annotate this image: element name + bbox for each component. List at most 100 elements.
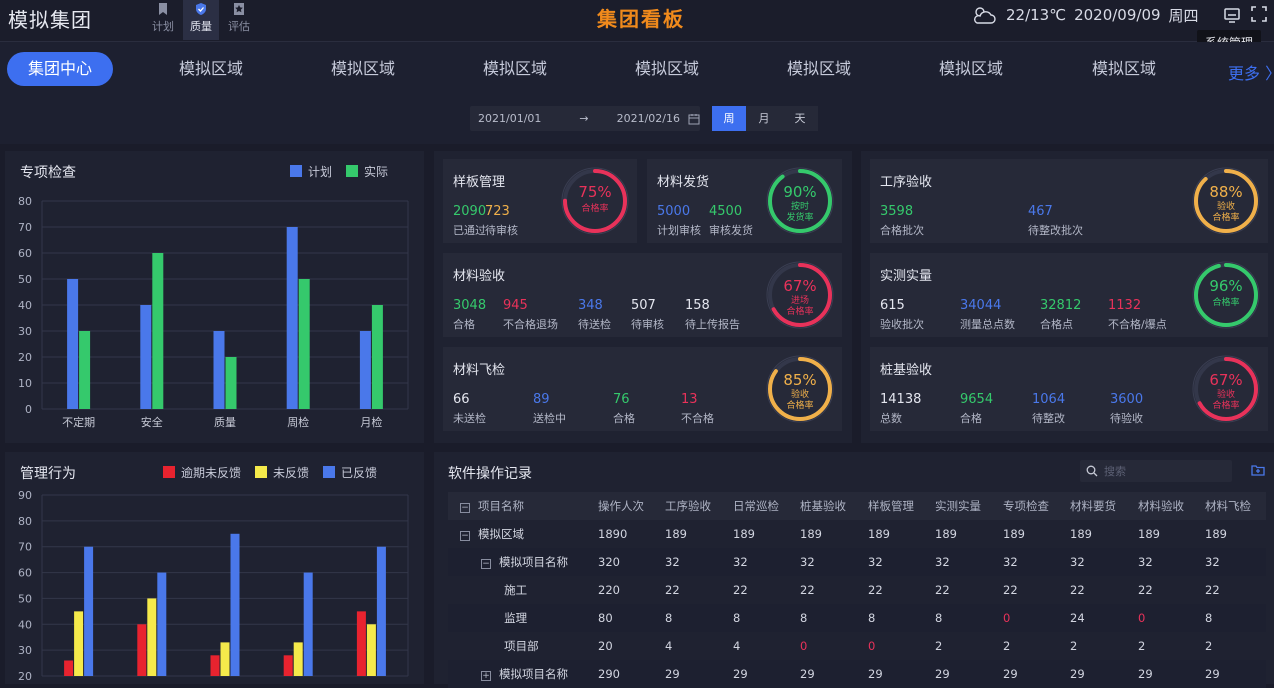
stat-label: 待审核 <box>485 224 518 237</box>
card-pile-acceptance[interactable]: 桩基验收 14138 总数 9654 合格 1064 待整改 3600 待验收 67% 验收 合格率 <box>870 347 1268 431</box>
cell-project-name: 项目部 <box>504 639 539 653</box>
nav-evaluate[interactable]: 评估 <box>221 0 257 40</box>
y-tick-label: 70 <box>18 221 32 234</box>
stat-value: 945 <box>503 298 528 313</box>
y-tick-label: 30 <box>18 644 32 657</box>
stat-item: 158 待上传报告 <box>685 298 740 332</box>
nav-quality-label: 质量 <box>190 20 212 33</box>
management-chart: 20 30 40 50 60 70 80 90 <box>18 489 409 683</box>
stat-value: 13 <box>681 392 698 407</box>
search-placeholder: 搜索 <box>1104 465 1126 478</box>
rate-label: 按时 发货率 <box>786 202 814 223</box>
stat-item: 76 合格 <box>613 392 635 426</box>
stat-label: 计划审核 <box>657 224 701 237</box>
date-range-picker[interactable]: 2021/01/01 → 2021/02/16 <box>470 106 700 131</box>
bar <box>213 331 225 409</box>
table-row[interactable]: 监理 80 8 8 8 8 8 0 24 0 8 <box>448 604 1266 632</box>
bar <box>67 279 79 409</box>
table-cell: 操作人次 <box>598 499 644 513</box>
stat-item: 615 验收批次 <box>880 298 924 332</box>
fullscreen-icon <box>1251 6 1267 22</box>
stat-label: 审核发货 <box>709 224 753 237</box>
stat-value: 76 <box>613 392 630 407</box>
tab-region[interactable]: 模拟区域 <box>310 52 416 86</box>
nav-quality[interactable]: 质量 <box>183 0 219 40</box>
table-cell: 32 <box>1138 555 1153 569</box>
management-legend: 逾期未反馈 未反馈 已反馈 <box>163 464 377 481</box>
tab-region[interactable]: 模拟区域 <box>766 52 872 86</box>
bar <box>356 611 366 676</box>
export-button[interactable] <box>1251 462 1265 481</box>
expand-toggle-icon[interactable]: − <box>481 559 491 569</box>
stat-value: 3048 <box>453 298 487 313</box>
table-row[interactable]: 施工 220 22 22 22 22 22 22 22 22 22 <box>448 576 1266 604</box>
stat-item: 14138 总数 <box>880 392 921 426</box>
tabs-more-link[interactable]: 更多 〉 <box>1228 60 1274 84</box>
stat-item: 3598 合格批次 <box>880 204 924 238</box>
stat-label: 待整改 <box>1032 412 1065 425</box>
stat-item: 945 不合格退场 <box>503 298 558 332</box>
table-row[interactable]: 项目部 20 4 4 0 0 2 2 2 2 2 <box>448 632 1266 660</box>
stat-value: 158 <box>685 298 710 313</box>
card-sample-management[interactable]: 样板管理 2090 已通过 723 待审核 75% 合格率 <box>443 159 637 243</box>
cell-project-name: 施工 <box>504 583 528 597</box>
tab-region[interactable]: 模拟区域 <box>614 52 720 86</box>
table-cell: 8 <box>868 611 876 625</box>
expand-toggle-icon[interactable]: − <box>460 531 470 541</box>
bar <box>371 305 383 409</box>
stat-item: 3600 待验收 <box>1110 392 1143 426</box>
nav-plan[interactable]: 计划 <box>145 0 181 40</box>
stat-value: 14138 <box>880 392 922 407</box>
tab-region[interactable]: 模拟区域 <box>1071 52 1177 86</box>
y-tick-label: 20 <box>18 351 32 364</box>
bar <box>376 546 386 676</box>
stat-label: 不合格 <box>681 412 714 425</box>
card-material-shipping[interactable]: 材料发货 5000 计划审核 4500 审核发货 90% 按时 发货率 <box>647 159 842 243</box>
table-cell: 桩基验收 <box>800 499 846 513</box>
table-row[interactable]: − 模拟项目名称 320 32 32 32 32 32 32 32 32 32 <box>448 548 1266 576</box>
stat-label: 待上传报告 <box>685 318 740 331</box>
table-header-row[interactable]: − 项目名称 操作人次 工序验收 日常巡检 桩基验收 样板管理 实测实量 专项检查 材料要货 材料验… <box>448 492 1266 520</box>
bookmark-icon <box>159 3 167 15</box>
table-row[interactable]: − 模拟区域 1890 189 189 189 189 189 189 189 189 189 <box>448 520 1266 548</box>
stat-value: 1132 <box>1108 298 1142 313</box>
special-check-title: 专项检查 <box>20 165 76 181</box>
records-search-input[interactable]: 搜索 <box>1080 460 1232 482</box>
tab-region[interactable]: 模拟区域 <box>158 52 264 86</box>
card-material-acceptance[interactable]: 材料验收 3048 合格 945 不合格退场 348 待送检 507 待审核 158 待上传报告 67… <box>443 253 842 337</box>
table-cell: 189 <box>868 527 890 541</box>
table-cell: 32 <box>868 555 883 569</box>
tab-region[interactable]: 模拟区域 <box>918 52 1024 86</box>
expand-toggle-icon[interactable]: + <box>481 671 491 681</box>
table-cell: 22 <box>935 583 950 597</box>
granularity-day[interactable]: 天 <box>782 106 818 131</box>
fullscreen-button[interactable] <box>1251 6 1267 26</box>
tab-group-center[interactable]: 集团中心 <box>7 52 113 86</box>
search-icon <box>1086 465 1098 477</box>
stat-value: 3600 <box>1110 392 1144 407</box>
bar <box>298 279 310 409</box>
stat-item: 4500 审核发货 <box>709 204 753 238</box>
card-title: 样板管理 <box>453 175 506 190</box>
tab-region[interactable]: 模拟区域 <box>462 52 568 86</box>
stat-item: 5000 计划审核 <box>657 204 701 238</box>
operation-records-title: 软件操作记录 <box>448 466 532 482</box>
card-material-flight-check[interactable]: 材料飞检 66 未送检 89 送检中 76 合格 13 不合格 85% 验收 合格率 <box>443 347 842 431</box>
expand-toggle-icon[interactable]: − <box>460 503 470 513</box>
card-title: 材料发货 <box>657 175 710 190</box>
card-process-acceptance[interactable]: 工序验收 3598 合格批次 467 待整改批次 88% 验收 合格率 <box>870 159 1268 243</box>
table-cell: 8 <box>935 611 943 625</box>
bar <box>366 624 376 676</box>
special-check-legend: 计划 实际 <box>290 163 388 180</box>
granularity-month[interactable]: 月 <box>746 106 782 131</box>
stat-label: 不合格/爆点 <box>1108 318 1167 331</box>
bar <box>147 598 157 676</box>
management-title: 管理行为 <box>20 466 76 482</box>
granularity-week[interactable]: 周 <box>712 106 746 131</box>
table-cell: 189 <box>1138 527 1160 541</box>
system-manage-button[interactable] <box>1223 6 1241 28</box>
rate-gauge: 85% 验收 合格率 <box>765 354 835 424</box>
stat-label: 合格批次 <box>880 224 924 237</box>
y-tick-label: 60 <box>18 567 32 580</box>
card-measurement[interactable]: 实测实量 615 验收批次 34044 测量总点数 32812 合格点 1132 不合格/爆点 9… <box>870 253 1268 337</box>
